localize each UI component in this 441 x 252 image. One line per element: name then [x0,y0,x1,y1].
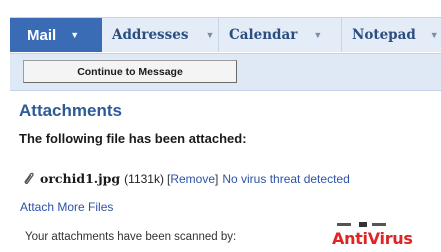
page-title: Attachments [19,101,122,120]
antivirus-logo-tagline [337,221,388,229]
tab-calendar-label: Calendar [229,27,298,43]
tab-mail[interactable]: Mail ▼ [10,18,102,52]
attachment-size: (1131k) [124,171,164,186]
antivirus-logo-text: AntiVirus [332,229,413,248]
tab-notepad[interactable]: Notepad ▼ [342,18,441,52]
tab-mail-label: Mail [27,26,57,44]
tab-addresses-label: Addresses [112,27,189,43]
attach-more-files-link[interactable]: Attach More Files [20,200,113,214]
main-tab-bar: Mail ▼ Addresses ▼ Calendar ▼ Notepad ▼ [10,17,441,52]
tab-notepad-label: Notepad [352,27,416,43]
paperclip-icon [24,172,34,185]
antivirus-logo: AntiVirus [332,221,413,251]
attachment-filename: orchid1.jpg [40,171,121,186]
attached-notice: The following file has been attached: [19,131,247,146]
chevron-down-icon[interactable]: ▼ [205,30,214,40]
attachment-row: orchid1.jpg (1131k) [ Remove ] No virus … [21,171,350,186]
remove-attachment-link[interactable]: Remove [170,172,215,186]
chevron-down-icon[interactable]: ▼ [313,30,322,40]
action-toolbar: Continue to Message [10,53,441,91]
virus-status: No virus threat detected [222,171,350,186]
scan-notice: Your attachments have been scanned by: [25,231,237,243]
continue-to-message-button[interactable]: Continue to Message [23,60,237,83]
bracket-close: ] [215,171,219,186]
chevron-down-icon[interactable]: ▼ [430,30,439,40]
tab-calendar[interactable]: Calendar ▼ [219,18,342,52]
tab-addresses[interactable]: Addresses ▼ [102,18,219,52]
chevron-down-icon[interactable]: ▼ [70,30,79,40]
